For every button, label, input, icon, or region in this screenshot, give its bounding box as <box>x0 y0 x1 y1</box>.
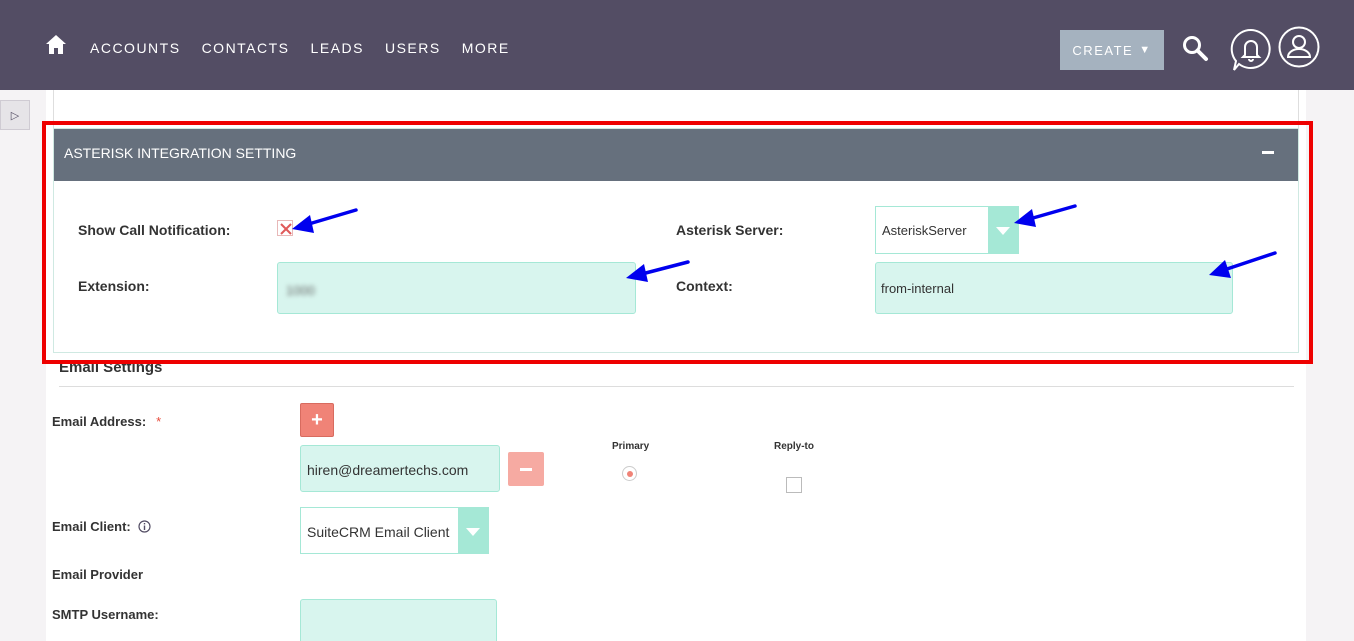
email-client-select[interactable]: SuiteCRM Email Client <box>300 507 489 554</box>
nav-item-users[interactable]: USERS <box>385 40 441 56</box>
nav-links: ACCOUNTS CONTACTS LEADS USERS MORE <box>90 40 531 56</box>
email-client-label: Email Client: <box>52 519 151 534</box>
sidebar-toggle-button[interactable]: ▷ <box>0 100 30 130</box>
bell-icon[interactable] <box>1230 28 1272 72</box>
email-address-value: hiren@dreamertechs.com <box>307 462 469 478</box>
smtp-username-label: SMTP Username: <box>52 607 159 622</box>
search-icon[interactable] <box>1181 34 1209 62</box>
nav-item-leads[interactable]: LEADS <box>311 40 364 56</box>
nav-item-accounts[interactable]: ACCOUNTS <box>90 40 181 56</box>
nav-item-more[interactable]: MORE <box>462 40 510 56</box>
user-icon[interactable] <box>1278 26 1320 68</box>
reply-to-checkbox[interactable] <box>786 477 802 493</box>
annotation-highlight-box <box>42 121 1313 364</box>
divider <box>59 386 1294 387</box>
create-button-label: CREATE <box>1072 42 1134 58</box>
nav-item-contacts[interactable]: CONTACTS <box>202 40 290 56</box>
annotation-arrow-icon <box>292 208 358 233</box>
email-address-label-text: Email Address: <box>52 414 147 429</box>
create-button[interactable]: CREATE ▼ <box>1060 30 1164 70</box>
remove-email-button[interactable] <box>508 452 544 486</box>
email-client-label-text: Email Client: <box>52 519 131 534</box>
home-icon[interactable] <box>45 34 67 56</box>
play-icon: ▷ <box>10 109 20 122</box>
annotation-arrow-icon <box>1209 251 1277 278</box>
email-client-value: SuiteCRM Email Client <box>307 524 450 540</box>
primary-label: Primary <box>612 441 650 452</box>
primary-radio[interactable] <box>622 466 637 481</box>
caret-down-icon: ▼ <box>1139 44 1152 56</box>
required-mark: * <box>156 414 162 429</box>
dropdown-arrow-icon[interactable] <box>458 508 488 553</box>
email-provider-label: Email Provider <box>52 567 144 582</box>
annotation-arrow-icon <box>626 260 690 282</box>
reply-to-label: Reply-to <box>774 441 814 452</box>
email-address-input[interactable]: hiren@dreamertechs.com <box>300 445 500 492</box>
info-icon[interactable] <box>138 520 151 533</box>
plus-icon: + <box>311 408 323 431</box>
smtp-username-input[interactable] <box>300 599 497 641</box>
email-address-label: Email Address: * <box>52 414 161 429</box>
add-email-button[interactable]: + <box>300 403 334 437</box>
top-nav: ACCOUNTS CONTACTS LEADS USERS MORE CREAT… <box>0 0 1354 90</box>
minus-icon <box>520 467 532 471</box>
annotation-arrow-icon <box>1014 204 1077 227</box>
